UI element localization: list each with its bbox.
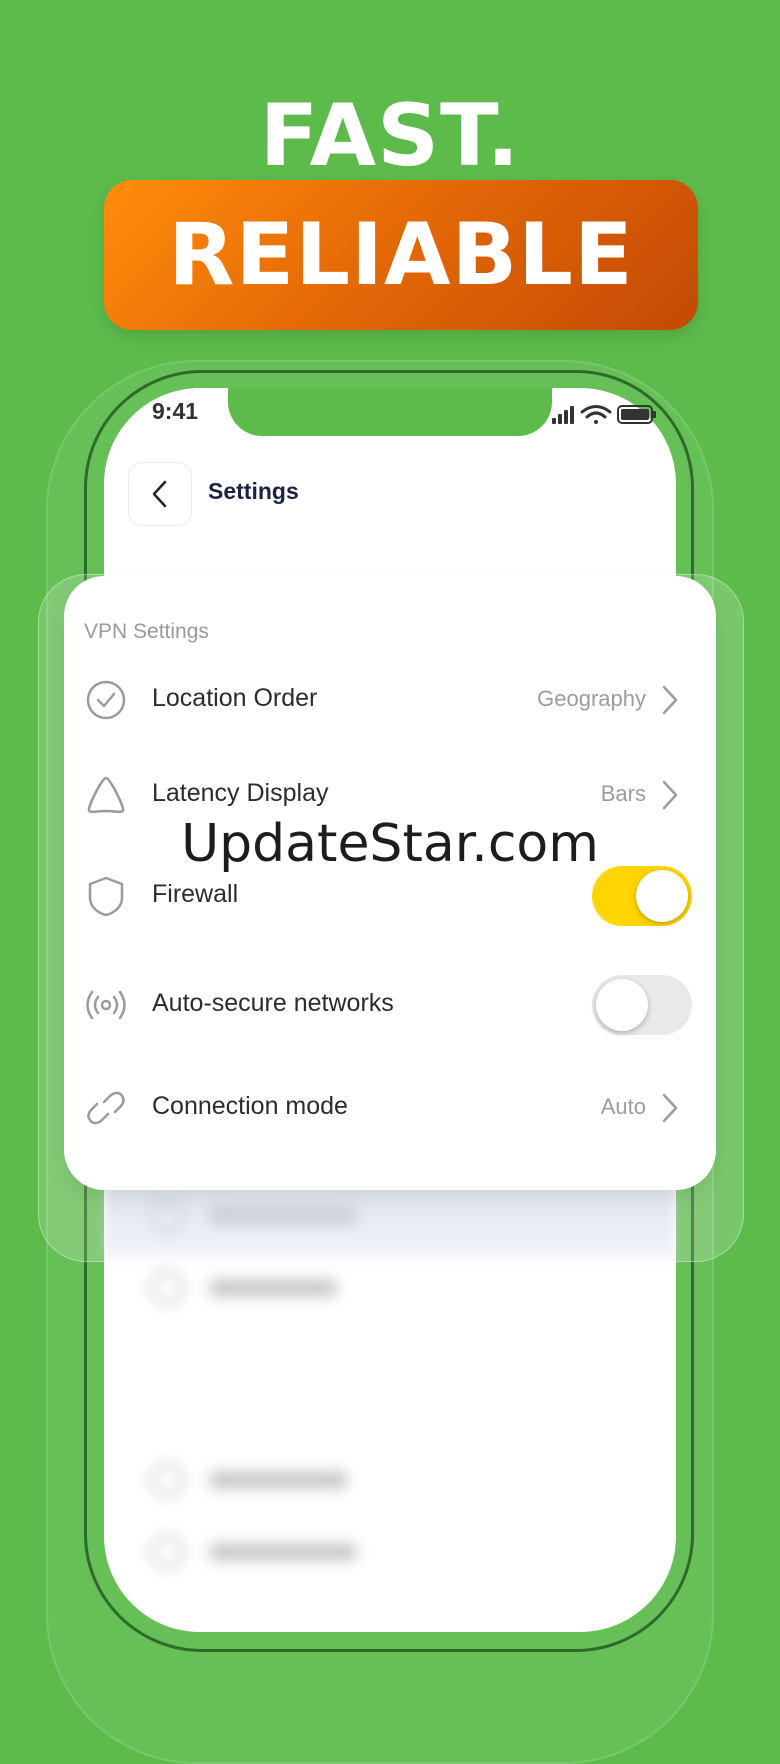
headline-fast: FAST. [259,86,521,186]
page-title: Settings [208,478,299,504]
battery-icon [617,405,656,424]
watermark-text: UpdateStar.com [181,814,599,874]
status-icons [552,405,656,424]
setting-value: Bars [600,781,646,806]
setting-label: Auto-secure networks [152,989,394,1017]
status-time: 9:41 [152,398,199,424]
chevron-right-icon [662,685,678,715]
setting-value: Geography [537,686,646,711]
phone-notch [228,388,552,436]
auto-secure-toggle[interactable] [592,975,692,1035]
firewall-toggle[interactable] [592,866,692,926]
triangle-icon [87,776,125,814]
setting-label: Connection mode [152,1092,348,1120]
shield-icon [88,876,124,917]
toggle-knob [596,979,648,1031]
setting-firewall: Firewall [84,866,704,926]
chevron-right-icon [662,780,678,810]
setting-connection-mode[interactable]: Connection mode Auto [84,1078,704,1138]
setting-value: Auto [600,1094,646,1119]
back-button[interactable] [128,462,192,526]
setting-location-order[interactable]: Location Order Geography [84,670,704,730]
setting-label: Location Order [152,684,318,712]
shield-check-icon [86,680,126,720]
chevron-left-icon [152,480,167,508]
setting-label: Firewall [152,880,239,908]
link-icon [87,1091,125,1125]
headline-reliable: RELIABLE [168,205,634,305]
broadcast-icon [86,990,126,1020]
setting-auto-secure-networks: Auto-secure networks [84,975,704,1035]
wifi-icon [580,405,612,424]
section-label: VPN Settings [84,620,209,643]
toggle-knob [636,870,688,922]
headline-badge: RELIABLE [104,180,698,330]
signal-icon [552,406,574,424]
chevron-right-icon [662,1093,678,1123]
setting-label: Latency Display [152,779,329,807]
